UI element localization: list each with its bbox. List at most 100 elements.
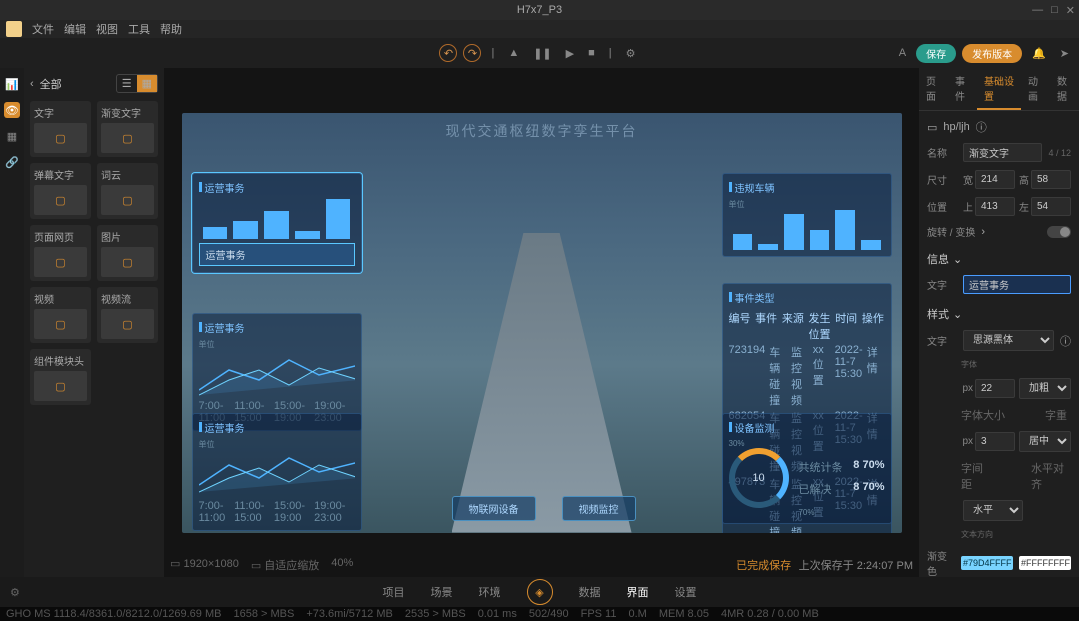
direction-select[interactable]: 水平 <box>963 500 1023 521</box>
video-icon: ▢ <box>101 309 154 339</box>
menu-tools[interactable]: 工具 <box>128 21 150 37</box>
height-input[interactable] <box>1031 170 1071 189</box>
unit-label: 单位 <box>729 199 885 210</box>
tab-page[interactable]: 页面 <box>919 68 948 110</box>
asset-panel: ‹ 全部 ☰ ▦ 文字▢渐变文字▢弹幕文字▢词云▢页面网页▢图片▢视频▢视频流▢… <box>24 68 164 577</box>
text-input[interactable] <box>963 275 1071 294</box>
tab-data[interactable]: 数据 <box>1050 68 1079 110</box>
align-select[interactable]: 居中 <box>1019 431 1071 452</box>
play-icon[interactable]: ▶ <box>562 47 578 60</box>
asset-item[interactable]: 视频▢ <box>30 287 91 343</box>
send-icon[interactable]: ➤ <box>1056 47 1073 60</box>
unit-label: 单位 <box>199 339 355 350</box>
video-button[interactable]: 视频监控 <box>562 496 636 521</box>
stop-icon[interactable]: ■ <box>584 47 599 59</box>
chevron-down-icon: ⌄ <box>953 253 962 266</box>
menu-help[interactable]: 帮助 <box>160 21 182 37</box>
text-tool-icon[interactable]: A <box>895 47 910 59</box>
bar-chart <box>199 199 355 239</box>
iot-button[interactable]: 物联网设备 <box>452 496 536 521</box>
grid-view-icon[interactable]: ▦ <box>137 75 157 92</box>
maximize-icon[interactable]: □ <box>1051 4 1058 17</box>
name-input[interactable] <box>963 143 1042 162</box>
fontweight-select[interactable]: 加粗 <box>1019 378 1071 399</box>
layers-icon[interactable]: ▦ <box>4 128 20 144</box>
pause-icon[interactable]: ❚❚ <box>529 47 555 60</box>
font-select[interactable]: 思源黑体 <box>963 330 1054 351</box>
fontsize-input[interactable] <box>975 379 1015 398</box>
asset-item[interactable]: 组件模块头▢ <box>30 349 91 405</box>
table-row[interactable]: 723194车辆碰撞监控视频xx位置2022-11-7 15:30详情 <box>729 343 885 409</box>
minimize-icon[interactable]: — <box>1032 4 1043 17</box>
tab-env[interactable]: 环境 <box>479 584 501 600</box>
pos-label: 位置 <box>927 199 957 214</box>
asset-item[interactable]: 文字▢ <box>30 101 91 157</box>
tab-project[interactable]: 项目 <box>383 584 405 600</box>
asset-item[interactable]: 词云▢ <box>97 163 158 219</box>
window-icon: ▢ <box>34 247 87 277</box>
publish-button[interactable]: 发布版本 <box>962 44 1022 63</box>
gear-icon[interactable]: ⚙ <box>10 586 20 599</box>
table-header: 编号事件来源发生位置时间操作 <box>729 309 885 343</box>
asset-item[interactable]: 图片▢ <box>97 225 158 281</box>
info-section[interactable]: 信息 ⌄ <box>927 251 1071 267</box>
asset-item[interactable]: 渐变文字▢ <box>97 101 158 157</box>
link-icon[interactable]: 🔗 <box>4 154 20 170</box>
asset-item[interactable]: 页面网页▢ <box>30 225 91 281</box>
tab-scene[interactable]: 场景 <box>431 584 453 600</box>
pct-top: 30% <box>729 439 885 448</box>
property-tabs: 页面 事件 基础设置 动画 数据 <box>919 68 1079 111</box>
panel-botright[interactable]: 设备监测 30% 10 共统计条8 70% 已解决8 70% 70% <box>722 413 892 524</box>
back-icon[interactable]: ‹ <box>30 78 34 90</box>
canvas[interactable]: 现代交通枢纽数字孪生平台 运营事务 运营事务 运营事务 单位 7:00-11:0… <box>164 68 919 577</box>
center-icon[interactable]: ◈ <box>527 579 553 605</box>
pos-y-input[interactable] <box>1031 197 1071 216</box>
text-icon: ▢ <box>34 185 87 215</box>
chevron-down-icon: ⌄ <box>953 308 962 321</box>
style-section[interactable]: 样式 ⌄ <box>927 306 1071 322</box>
asset-tab-all[interactable]: 全部 <box>40 76 62 92</box>
tab-event[interactable]: 事件 <box>948 68 977 110</box>
chart-icon[interactable]: 📊 <box>4 76 20 92</box>
help-icon[interactable]: ⓘ <box>976 119 987 135</box>
menu-view[interactable]: 视图 <box>96 21 118 37</box>
panel-topright[interactable]: 违规车辆 单位 <box>722 173 892 257</box>
selected-label[interactable]: 运营事务 <box>199 243 355 266</box>
divider-icon: | <box>487 47 498 59</box>
settings-icon[interactable]: ⚙ <box>622 47 640 60</box>
width-input[interactable] <box>975 170 1015 189</box>
close-icon[interactable]: ✕ <box>1066 4 1075 17</box>
redo-icon[interactable]: ↷ <box>463 44 481 62</box>
wordcloud-icon: ▢ <box>101 185 154 215</box>
view-toggle[interactable]: ☰ ▦ <box>116 74 158 93</box>
cursor-icon[interactable]: ▲ <box>504 47 523 59</box>
titlebar: H7x7_P3 — □ ✕ <box>0 0 1079 20</box>
color1-swatch[interactable]: #79D4FFFF <box>961 556 1013 570</box>
chevron-right-icon[interactable]: › <box>981 226 985 238</box>
asset-item[interactable]: 弹幕文字▢ <box>30 163 91 219</box>
menu-file[interactable]: 文件 <box>32 21 54 37</box>
panel-topleft[interactable]: 运营事务 运营事务 <box>192 173 362 273</box>
list-view-icon[interactable]: ☰ <box>117 75 137 92</box>
undo-icon[interactable]: ↶ <box>439 44 457 62</box>
tab-ui[interactable]: 界面 <box>627 584 649 600</box>
transform-toggle[interactable] <box>1047 226 1071 238</box>
pos-x-input[interactable] <box>975 197 1015 216</box>
bell-icon[interactable]: 🔔 <box>1028 47 1050 60</box>
tab-basic[interactable]: 基础设置 <box>977 68 1021 110</box>
tab-anim[interactable]: 动画 <box>1021 68 1050 110</box>
line-chart <box>199 450 355 500</box>
statusbar: GHO MS 1118.4/8361.0/8212.0/1269.69 MB16… <box>0 607 1079 621</box>
help-icon[interactable]: ⓘ <box>1060 333 1071 349</box>
tab-bdata[interactable]: 数据 <box>579 584 601 600</box>
spacing-input[interactable] <box>975 432 1015 451</box>
panel-title: 设备监测 <box>729 420 885 435</box>
menu-edit[interactable]: 编辑 <box>64 21 86 37</box>
panel-botleft[interactable]: 运营事务 单位 7:00-11:00 11:00-15:00 15:00-19:… <box>192 413 362 531</box>
save-button[interactable]: 保存 <box>916 44 956 63</box>
tab-bsettings[interactable]: 设置 <box>675 584 697 600</box>
unit-label: 单位 <box>199 439 355 450</box>
eye-icon[interactable]: 👁 <box>4 102 20 118</box>
asset-item[interactable]: 视频流▢ <box>97 287 158 343</box>
color2-swatch[interactable]: #FFFFFFFF <box>1019 556 1071 570</box>
